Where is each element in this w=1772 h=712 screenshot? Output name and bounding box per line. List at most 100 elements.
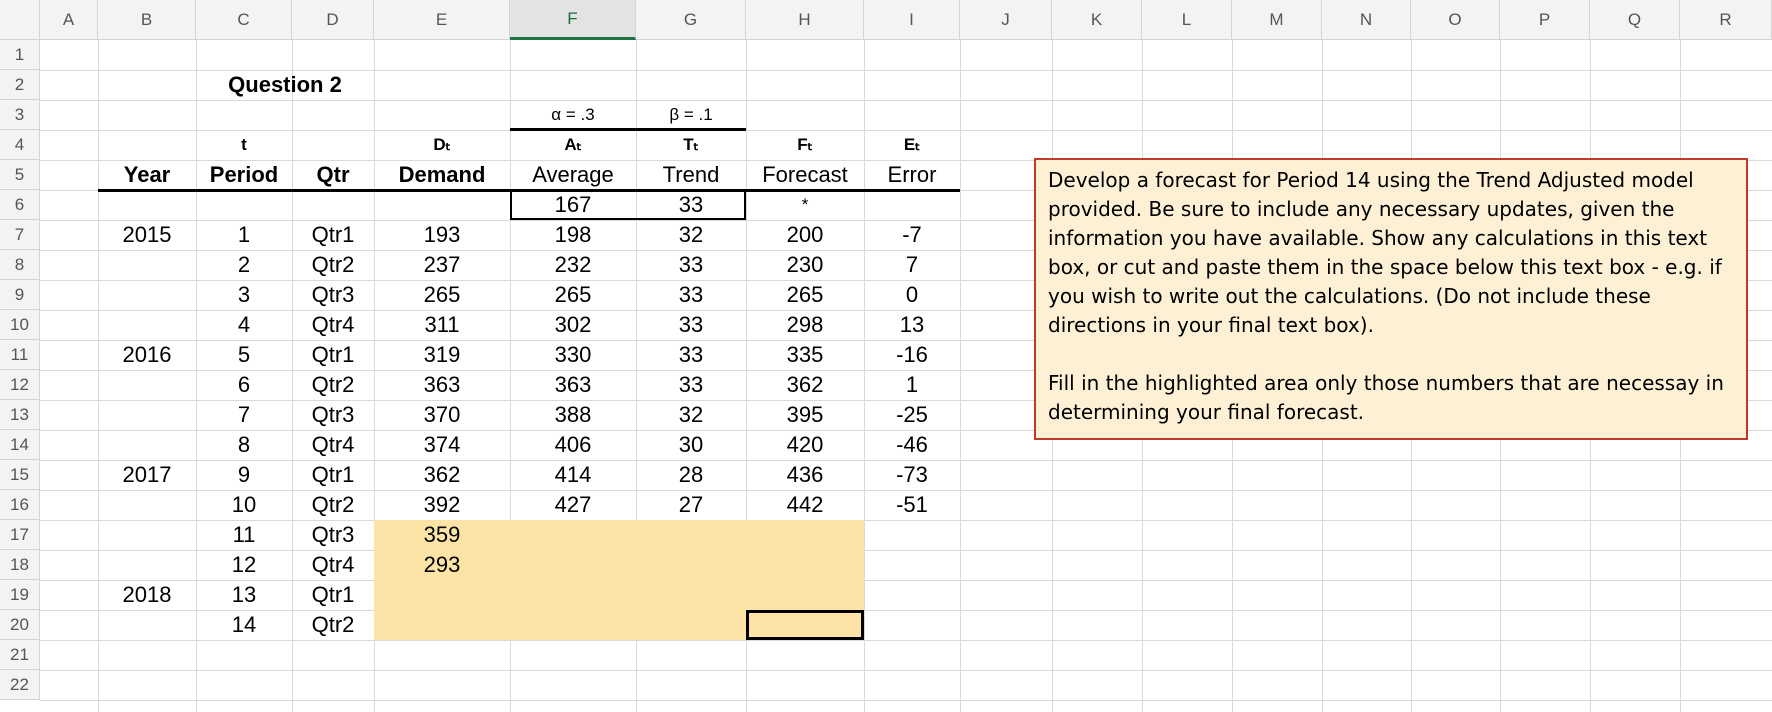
column-header-n[interactable]: N xyxy=(1322,0,1411,40)
column-header-c[interactable]: C xyxy=(196,0,292,40)
column-header-m[interactable]: M xyxy=(1232,0,1322,40)
cell-demand[interactable]: 374 xyxy=(374,430,510,460)
cell-period[interactable]: 5 xyxy=(196,340,292,370)
cell-period[interactable]: 13 xyxy=(196,580,292,610)
row-header-4[interactable]: 4 xyxy=(0,130,40,160)
header-qtr[interactable]: Qtr xyxy=(292,160,374,190)
cell-demand[interactable]: 370 xyxy=(374,400,510,430)
cell-trend[interactable]: 33 xyxy=(636,310,746,340)
cell-year[interactable] xyxy=(98,610,196,640)
cell-year[interactable] xyxy=(98,310,196,340)
cell-demand[interactable]: 237 xyxy=(374,250,510,280)
cell-average[interactable]: 363 xyxy=(510,370,636,400)
cell-year[interactable]: 2016 xyxy=(98,340,196,370)
header-trend[interactable]: Trend xyxy=(636,160,746,190)
cell-forecast[interactable]: 298 xyxy=(746,310,864,340)
cell-trend[interactable]: 30 xyxy=(636,430,746,460)
header-year[interactable]: Year xyxy=(98,160,196,190)
beta-parameter[interactable]: β = .1 xyxy=(636,100,746,130)
cell-error[interactable]: -25 xyxy=(864,400,960,430)
row-header-11[interactable]: 11 xyxy=(0,340,40,370)
cell-period[interactable]: 1 xyxy=(196,220,292,250)
cell-qtr[interactable]: Qtr4 xyxy=(292,430,374,460)
cell-demand[interactable] xyxy=(374,580,510,610)
cell-year[interactable] xyxy=(98,280,196,310)
cell-year[interactable] xyxy=(98,400,196,430)
cell-forecast[interactable]: 436 xyxy=(746,460,864,490)
column-header-o[interactable]: O xyxy=(1411,0,1500,40)
cell-trend[interactable]: 33 xyxy=(636,250,746,280)
cell-year[interactable]: 2017 xyxy=(98,460,196,490)
row-header-6[interactable]: 6 xyxy=(0,190,40,220)
cell-error[interactable]: -7 xyxy=(864,220,960,250)
cell-year[interactable]: 2018 xyxy=(98,580,196,610)
row-header-1[interactable]: 1 xyxy=(0,40,40,70)
cell-error[interactable]: -51 xyxy=(864,490,960,520)
cell-year[interactable]: 2015 xyxy=(98,220,196,250)
row-header-21[interactable]: 21 xyxy=(0,640,40,670)
column-header-k[interactable]: K xyxy=(1052,0,1142,40)
column-header-h[interactable]: H xyxy=(746,0,864,40)
column-header-q[interactable]: Q xyxy=(1590,0,1680,40)
cell-period[interactable]: 8 xyxy=(196,430,292,460)
cell-average[interactable]: 406 xyxy=(510,430,636,460)
cell-period[interactable]: 2 xyxy=(196,250,292,280)
cell-trend[interactable]: 32 xyxy=(636,400,746,430)
cell-average[interactable]: 388 xyxy=(510,400,636,430)
header-forecast[interactable]: Forecast xyxy=(746,160,864,190)
cell-forecast[interactable] xyxy=(746,520,864,550)
cell-period[interactable]: 6 xyxy=(196,370,292,400)
cell-error[interactable] xyxy=(864,610,960,640)
cell-period[interactable]: 7 xyxy=(196,400,292,430)
cell-period[interactable]: 14 xyxy=(196,610,292,640)
cell-average[interactable]: 198 xyxy=(510,220,636,250)
cell-qtr[interactable]: Qtr1 xyxy=(292,220,374,250)
cell-average[interactable] xyxy=(510,580,636,610)
cell-demand[interactable]: 392 xyxy=(374,490,510,520)
alpha-parameter[interactable]: α = .3 xyxy=(510,100,636,130)
cell-forecast[interactable]: 200 xyxy=(746,220,864,250)
cell-trend[interactable]: 33 xyxy=(636,370,746,400)
instructions-text-box[interactable]: Develop a forecast for Period 14 using t… xyxy=(1034,158,1748,440)
row-header-12[interactable]: 12 xyxy=(0,370,40,400)
cell-year[interactable] xyxy=(98,520,196,550)
cell-trend[interactable] xyxy=(636,550,746,580)
cell-average[interactable]: 265 xyxy=(510,280,636,310)
symbol-ft[interactable]: Fₜ xyxy=(746,130,864,160)
cell-error[interactable]: -46 xyxy=(864,430,960,460)
cell-qtr[interactable]: Qtr1 xyxy=(292,580,374,610)
cell-trend[interactable] xyxy=(636,610,746,640)
cell-demand[interactable]: 362 xyxy=(374,460,510,490)
cell-average[interactable] xyxy=(510,610,636,640)
cell-average[interactable]: 414 xyxy=(510,460,636,490)
symbol-at[interactable]: Aₜ xyxy=(510,130,636,160)
column-header-f[interactable]: F xyxy=(510,0,636,40)
cell-error[interactable]: 0 xyxy=(864,280,960,310)
cell-qtr[interactable]: Qtr2 xyxy=(292,250,374,280)
cell-year[interactable] xyxy=(98,370,196,400)
column-header-j[interactable]: J xyxy=(960,0,1052,40)
column-header-g[interactable]: G xyxy=(636,0,746,40)
cell-average[interactable] xyxy=(510,550,636,580)
column-header-p[interactable]: P xyxy=(1500,0,1590,40)
symbol-dt[interactable]: Dₜ xyxy=(374,130,510,160)
row-header-2[interactable]: 2 xyxy=(0,70,40,100)
row-header-16[interactable]: 16 xyxy=(0,490,40,520)
cell-trend[interactable]: 33 xyxy=(636,340,746,370)
cell-forecast[interactable] xyxy=(746,550,864,580)
cell-trend[interactable]: 27 xyxy=(636,490,746,520)
header-average[interactable]: Average xyxy=(510,160,636,190)
cell-year[interactable] xyxy=(98,430,196,460)
header-period[interactable]: Period xyxy=(196,160,292,190)
cell-forecast[interactable]: 395 xyxy=(746,400,864,430)
row-header-20[interactable]: 20 xyxy=(0,610,40,640)
cell-average[interactable]: 302 xyxy=(510,310,636,340)
cell-qtr[interactable]: Qtr4 xyxy=(292,310,374,340)
cell-year[interactable] xyxy=(98,490,196,520)
header-error[interactable]: Error xyxy=(864,160,960,190)
cell-error[interactable]: 1 xyxy=(864,370,960,400)
cell-qtr[interactable]: Qtr2 xyxy=(292,610,374,640)
cell-average[interactable]: 427 xyxy=(510,490,636,520)
symbol-tt[interactable]: Tₜ xyxy=(636,130,746,160)
cell-error[interactable] xyxy=(864,550,960,580)
